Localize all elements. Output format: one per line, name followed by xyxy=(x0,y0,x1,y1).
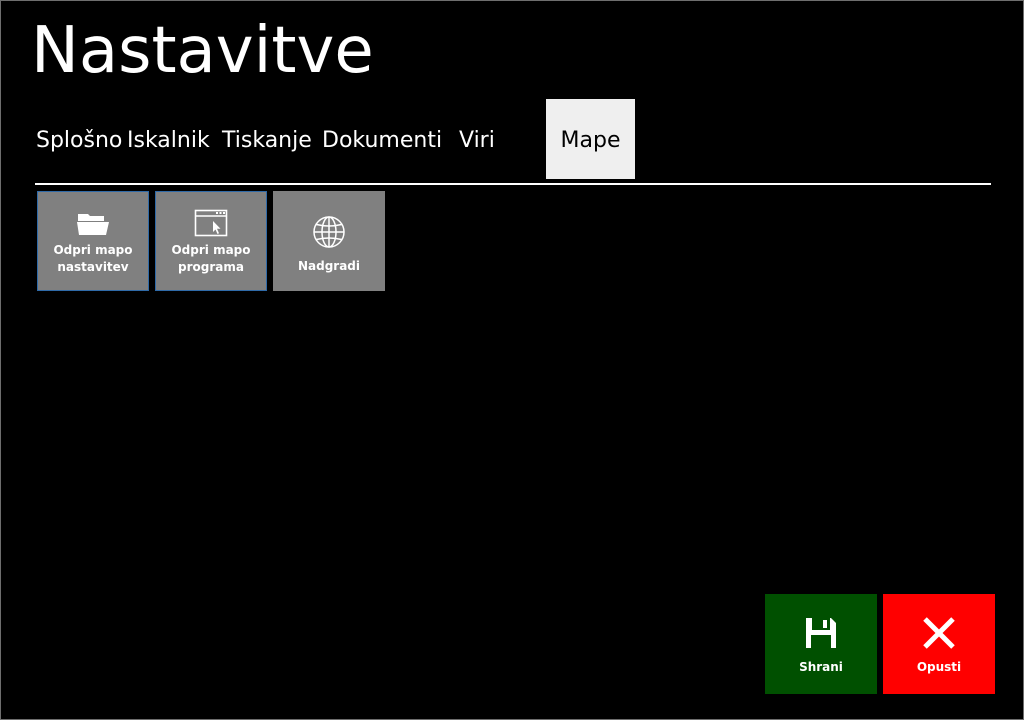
tab-dokumenti[interactable]: Dokumenti xyxy=(322,99,442,179)
save-label: Shrani xyxy=(799,660,843,674)
tile-label: Odpri mapo programa xyxy=(171,243,251,274)
app-window-icon xyxy=(194,209,228,241)
tab-tiskanje[interactable]: Tiskanje xyxy=(222,99,312,179)
tab-iskalnik[interactable]: Iskalnik xyxy=(127,99,210,179)
globe-icon xyxy=(312,215,346,253)
tile-label: Nadgradi xyxy=(297,259,361,273)
tab-splosno[interactable]: Splošno xyxy=(36,99,122,179)
upgrade-tile[interactable]: Nadgradi xyxy=(273,191,385,291)
tab-viri[interactable]: Viri xyxy=(459,99,495,179)
close-icon xyxy=(922,616,956,654)
cancel-label: Opusti xyxy=(916,660,962,674)
save-icon xyxy=(804,616,838,654)
settings-window: Nastavitve Splošno Iskalnik Tiskanje Dok… xyxy=(0,0,1024,720)
page-title: Nastavitve xyxy=(31,14,374,88)
save-button[interactable]: Shrani xyxy=(765,594,877,694)
open-settings-folder-tile[interactable]: Odpri mapo nastavitev xyxy=(37,191,149,291)
cancel-button[interactable]: Opusti xyxy=(883,594,995,694)
folder-open-icon xyxy=(76,210,110,240)
tab-mape[interactable]: Mape xyxy=(546,99,635,179)
open-program-folder-tile[interactable]: Odpri mapo programa xyxy=(155,191,267,291)
tile-label: Odpri mapo nastavitev xyxy=(53,243,133,274)
tab-separator xyxy=(35,183,991,185)
